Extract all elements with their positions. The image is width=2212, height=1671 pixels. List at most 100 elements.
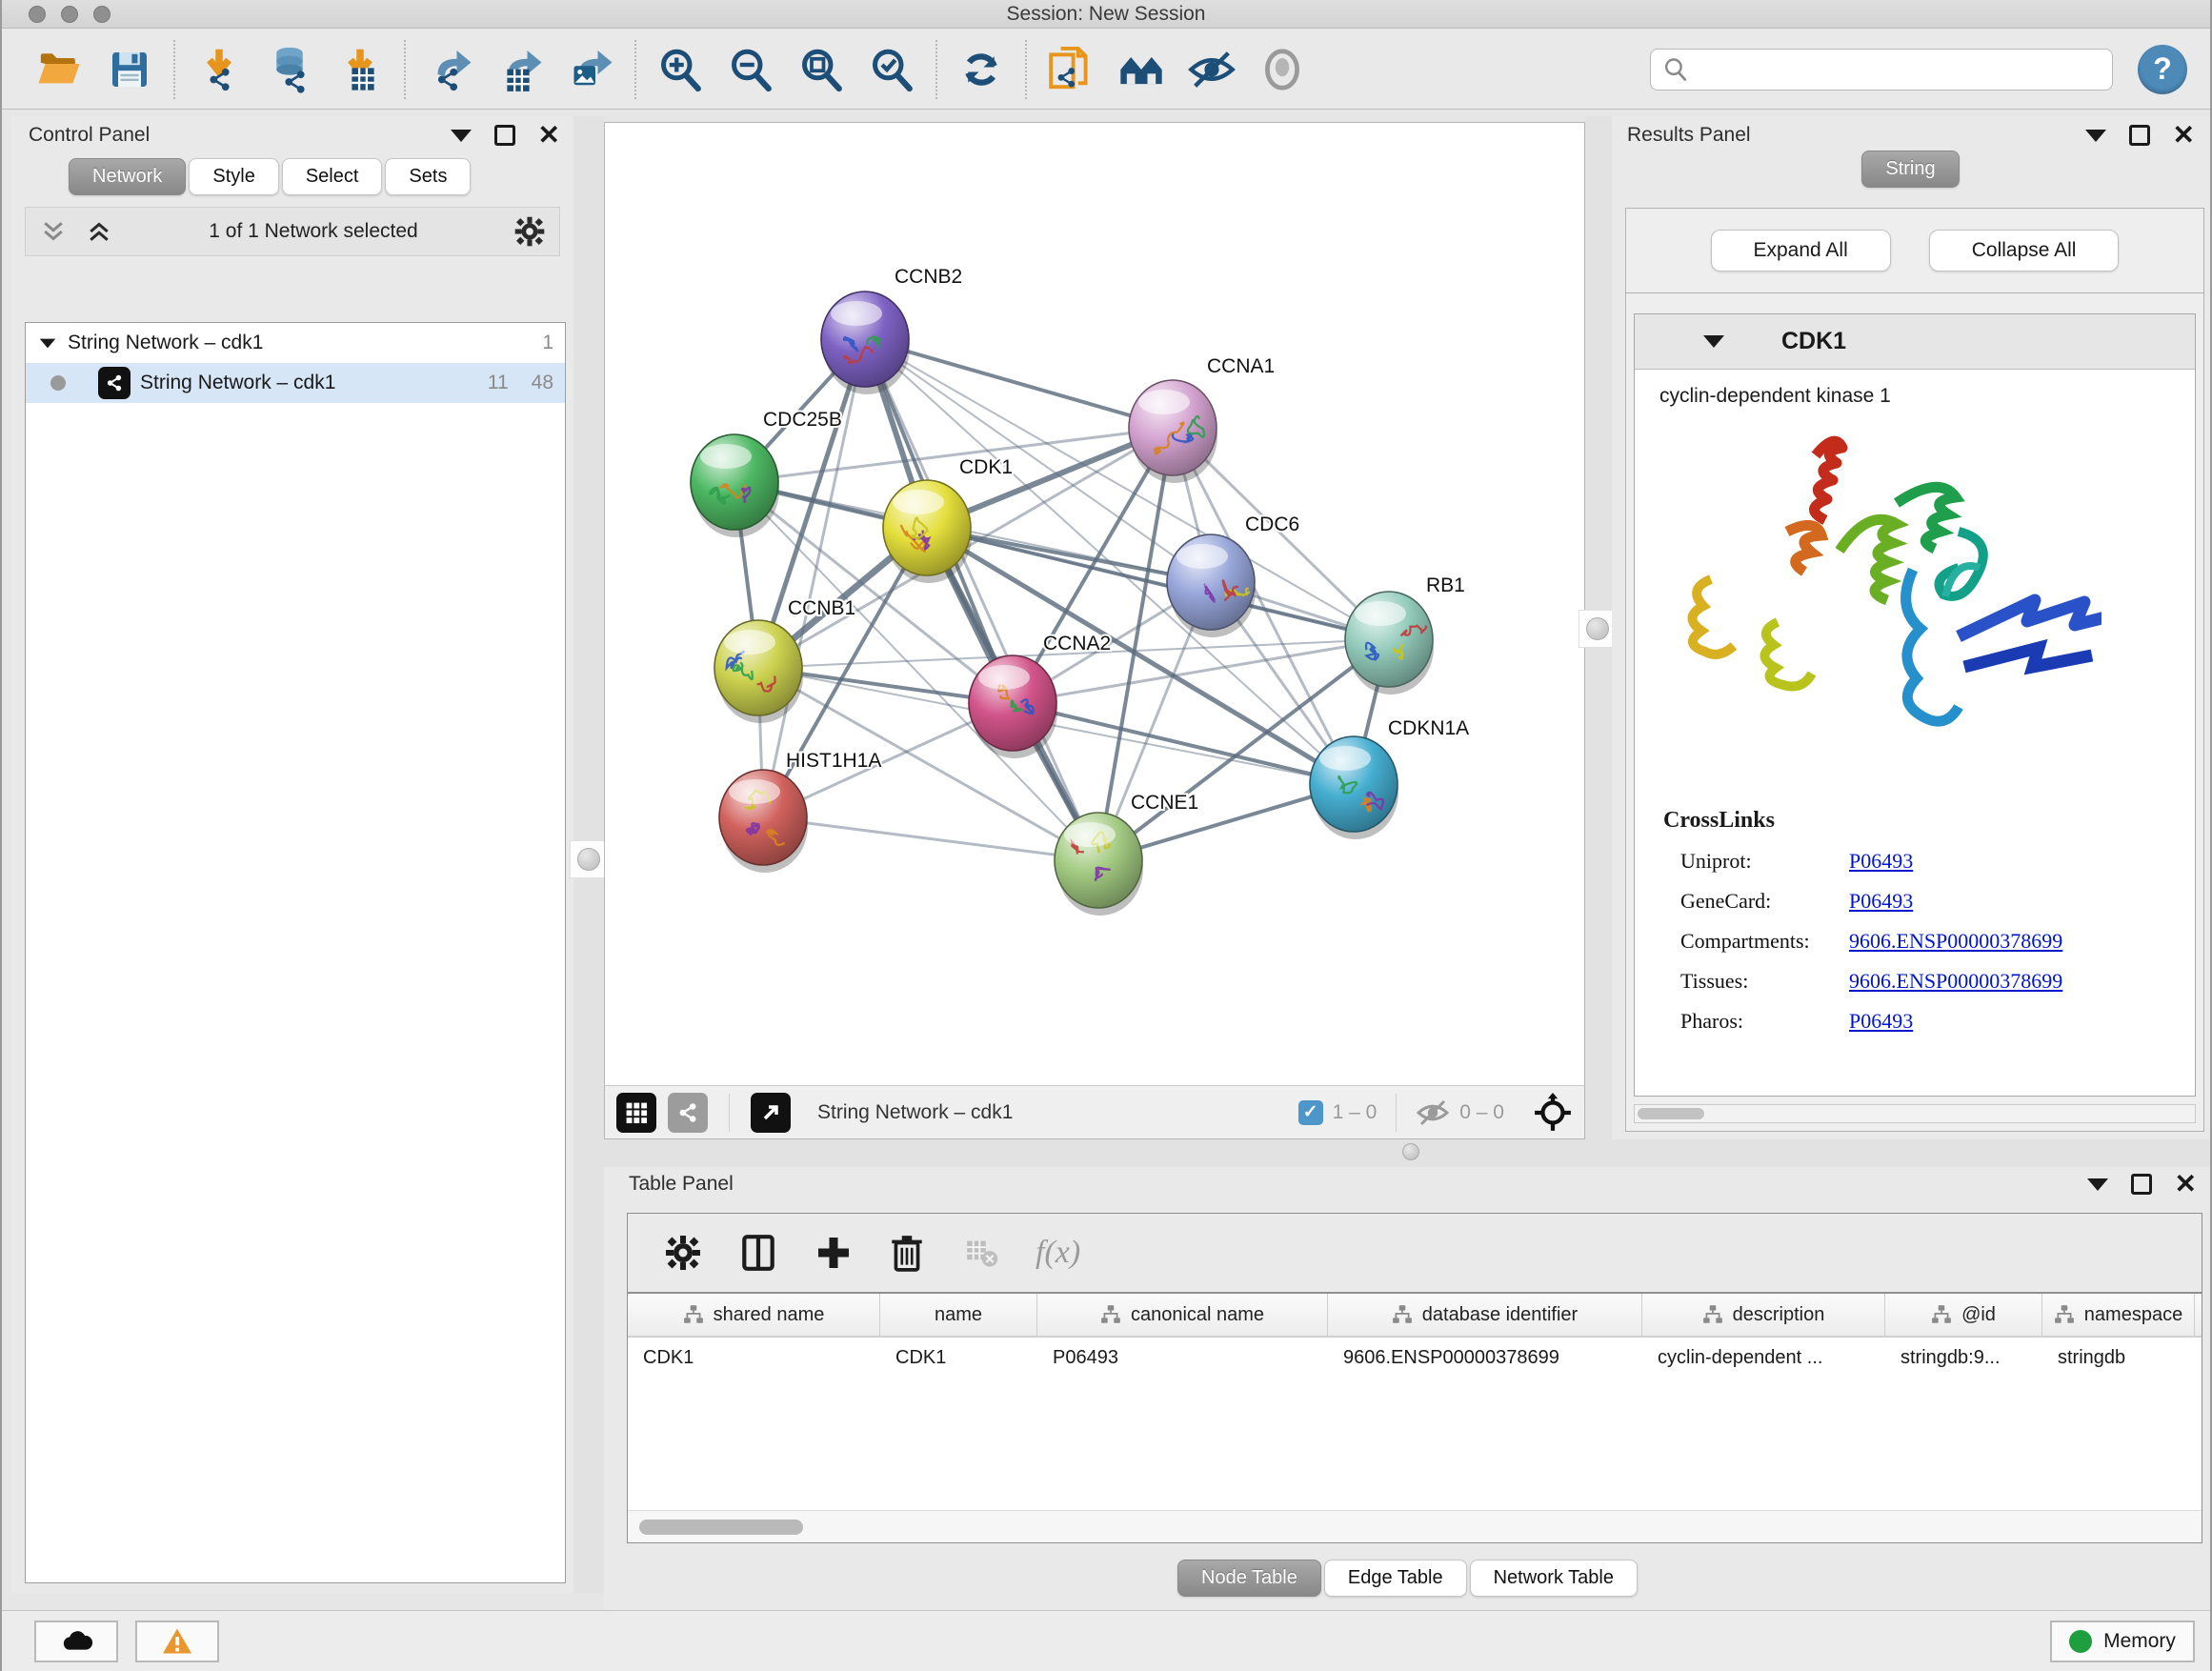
- horizontal-splitter[interactable]: [604, 1139, 2212, 1167]
- panel-close-icon[interactable]: ✕: [538, 125, 560, 146]
- crosslink-compartments[interactable]: 9606.ENSP00000378699: [1849, 929, 2062, 954]
- birdseye-view-button[interactable]: [1533, 1093, 1573, 1133]
- search-input[interactable]: [1697, 57, 2101, 81]
- network-row-selected[interactable]: String Network – cdk1 11 48: [26, 363, 565, 403]
- column-header-namespace[interactable]: namespace: [2042, 1294, 2195, 1336]
- detach-view-button[interactable]: [751, 1093, 791, 1133]
- panel-menu-icon[interactable]: [2087, 1178, 2108, 1191]
- import-network-file-button[interactable]: [194, 45, 244, 94]
- export-network-button[interactable]: [425, 45, 474, 94]
- network-node-cdkn1a[interactable]: CDKN1A: [1310, 717, 1469, 839]
- right-splitter-handle[interactable]: [1579, 610, 1617, 648]
- panel-close-icon[interactable]: ✕: [2173, 125, 2195, 146]
- database-icon: [266, 46, 313, 93]
- export-table-button[interactable]: [495, 45, 545, 94]
- crosslink-tissues[interactable]: 9606.ENSP00000378699: [1849, 969, 2062, 994]
- zoom-selected-button[interactable]: [867, 45, 916, 94]
- network-view-title: String Network – cdk1: [802, 1101, 1287, 1124]
- column-header-shared-name[interactable]: shared name: [628, 1294, 880, 1336]
- network-node-cdk1[interactable]: CDK1: [883, 456, 1013, 583]
- panel-close-icon[interactable]: ✕: [2175, 1174, 2197, 1195]
- panel-menu-icon[interactable]: [2085, 130, 2106, 142]
- tab-select[interactable]: Select: [282, 158, 383, 195]
- results-horizontal-scrollbar[interactable]: [1634, 1104, 2196, 1123]
- table-settings-button[interactable]: [664, 1234, 702, 1272]
- show-columns-button[interactable]: [738, 1233, 778, 1273]
- network-collection-row[interactable]: String Network – cdk1 1: [26, 323, 565, 363]
- zoom-in-button[interactable]: [655, 45, 705, 94]
- refresh-view-button[interactable]: [956, 45, 1006, 94]
- import-network-database-button[interactable]: [265, 45, 314, 94]
- entry-collapse-icon[interactable]: [1703, 335, 1724, 348]
- gene-entry-header[interactable]: CDK1: [1635, 314, 2195, 370]
- column-header-database-identifier[interactable]: database identifier: [1328, 1294, 1642, 1336]
- column-header-name[interactable]: name: [880, 1294, 1037, 1336]
- first-neighbors-button[interactable]: [1116, 45, 1166, 94]
- tab-node-table[interactable]: Node Table: [1177, 1560, 1321, 1597]
- column-header-description[interactable]: description: [1642, 1294, 1885, 1336]
- table-horizontal-scrollbar[interactable]: [628, 1510, 2202, 1542]
- zoom-fit-button[interactable]: [796, 45, 846, 94]
- crosslink-label: Tissues:: [1663, 969, 1849, 994]
- network-node-ccna1[interactable]: CCNA1: [1129, 355, 1275, 483]
- search-field[interactable]: [1650, 49, 2113, 91]
- warnings-button[interactable]: [135, 1621, 219, 1662]
- cloud-icon: [58, 1628, 94, 1655]
- panel-float-icon[interactable]: [2131, 1174, 2152, 1195]
- network-node-rb1[interactable]: RB1: [1345, 574, 1465, 695]
- create-column-button[interactable]: [814, 1234, 853, 1272]
- columns-icon: [738, 1233, 778, 1273]
- tab-network-table[interactable]: Network Table: [1470, 1560, 1638, 1597]
- network-graph[interactable]: CCNB2CCNA1CDC25BCDK1CDC6RB1CCNB1CCNA2CDK…: [605, 123, 1584, 1085]
- network-style-button[interactable]: [668, 1093, 708, 1133]
- expand-all-button[interactable]: Expand All: [1711, 230, 1891, 272]
- crosslink-uniprot[interactable]: P06493: [1849, 849, 1913, 874]
- hidden-eye-icon[interactable]: [1416, 1098, 1450, 1127]
- hide-selected-button[interactable]: [1187, 45, 1237, 94]
- crosslink-genecard[interactable]: P06493: [1849, 889, 1913, 914]
- network-node-ccnb2[interactable]: CCNB2: [821, 266, 962, 394]
- export-image-button[interactable]: [566, 45, 615, 94]
- zoom-out-button[interactable]: [726, 45, 775, 94]
- panel-float-icon[interactable]: [494, 125, 515, 146]
- selected-checkbox-icon[interactable]: ✓: [1298, 1100, 1323, 1125]
- open-session-button[interactable]: [34, 45, 84, 94]
- table-row[interactable]: CDK1CDK1P064939606.ENSP00000378699cyclin…: [628, 1338, 2202, 1378]
- collection-expand-icon[interactable]: [40, 338, 56, 348]
- column-header--id[interactable]: @id: [1885, 1294, 2042, 1336]
- network-node-ccnb1[interactable]: CCNB1: [714, 597, 855, 723]
- tab-edge-table[interactable]: Edge Table: [1324, 1560, 1467, 1597]
- collapse-all-button[interactable]: Collapse All: [1929, 230, 2120, 272]
- horizontal-splitter-handle[interactable]: [1402, 1143, 1419, 1160]
- tab-network[interactable]: Network: [69, 158, 186, 195]
- network-edge[interactable]: [865, 339, 1173, 428]
- tab-style[interactable]: Style: [189, 158, 278, 195]
- expand-all-icon[interactable]: [85, 217, 113, 246]
- network-edge[interactable]: [763, 817, 1098, 860]
- network-edge[interactable]: [865, 339, 1098, 860]
- left-splitter[interactable]: [573, 116, 604, 1593]
- tab-sets[interactable]: Sets: [385, 158, 471, 195]
- network-node-hist1h1a[interactable]: HIST1H1A: [719, 750, 881, 873]
- memory-button[interactable]: Memory: [2050, 1621, 2195, 1662]
- collapse-all-icon[interactable]: [39, 217, 68, 246]
- panel-menu-icon[interactable]: [451, 130, 472, 142]
- hidden-counts: 0 – 0: [1459, 1101, 1504, 1124]
- network-node-cdc6[interactable]: CDC6: [1167, 513, 1299, 637]
- panel-float-icon[interactable]: [2129, 125, 2150, 146]
- help-button[interactable]: ?: [2138, 45, 2187, 94]
- tab-string[interactable]: String: [1861, 151, 1959, 188]
- show-all-button[interactable]: [1257, 45, 1307, 94]
- network-options-gear-icon[interactable]: [513, 215, 546, 248]
- column-header-canonical-name[interactable]: canonical name: [1037, 1294, 1328, 1336]
- delete-column-button[interactable]: [889, 1233, 925, 1273]
- cloud-button[interactable]: [34, 1621, 118, 1662]
- new-network-from-selection-button[interactable]: [1046, 45, 1096, 94]
- import-table-file-button[interactable]: [335, 45, 385, 94]
- left-splitter-handle[interactable]: [570, 840, 608, 878]
- save-session-button[interactable]: [105, 45, 154, 94]
- grid-view-button[interactable]: [616, 1093, 656, 1133]
- right-splitter[interactable]: [1585, 116, 1612, 1139]
- network-edge[interactable]: [1013, 703, 1354, 784]
- crosslink-pharos[interactable]: P06493: [1849, 1009, 1913, 1034]
